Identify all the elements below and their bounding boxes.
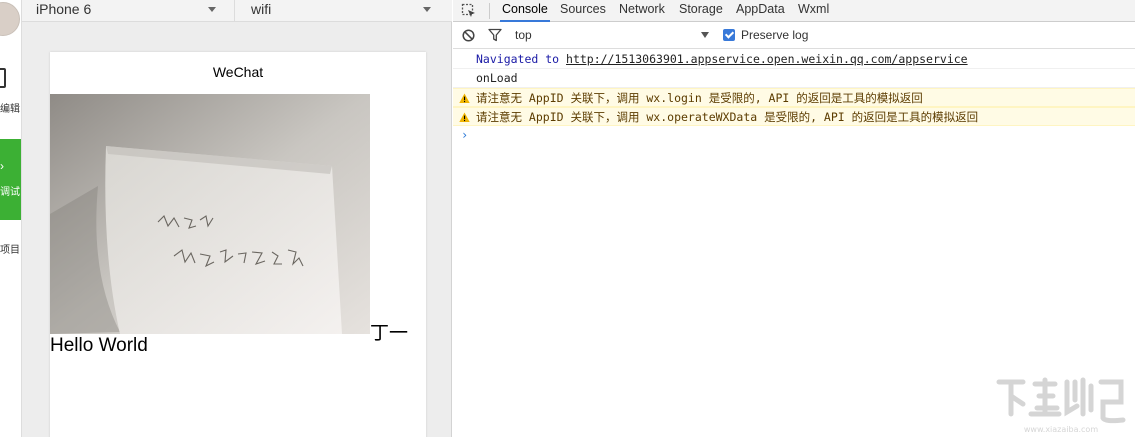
clear-console-icon[interactable] bbox=[462, 29, 475, 42]
inspect-element-icon[interactable] bbox=[461, 3, 477, 19]
network-select[interactable]: wifi bbox=[237, 0, 451, 22]
filter-icon[interactable] bbox=[488, 28, 502, 42]
warning-icon bbox=[459, 93, 470, 103]
preserve-log-label[interactable]: Preserve log bbox=[741, 28, 808, 42]
left-tool-strip: 编辑 › 调试 项目 bbox=[0, 0, 22, 437]
console-output: Navigated to http://1513063901.appservic… bbox=[453, 50, 1135, 145]
warning-message: 请注意无 AppID 关联下，调用 wx.operateWXData 是受限的,… bbox=[476, 110, 979, 124]
hello-text: Hello World bbox=[50, 335, 148, 356]
console-message-warning: 请注意无 AppID 关联下，调用 wx.operateWXData 是受限的,… bbox=[453, 107, 1135, 126]
navigated-message: Navigated to http://1513063901.appservic… bbox=[476, 50, 968, 69]
chevron-right-icon: › bbox=[0, 159, 4, 173]
console-prompt-icon: › bbox=[461, 128, 469, 142]
console-prompt-row[interactable]: › bbox=[453, 126, 1135, 145]
onload-message: onLoad bbox=[476, 71, 518, 85]
simulator-toolbar: iPhone 6 wifi bbox=[22, 0, 452, 22]
tab-network[interactable]: Network bbox=[619, 0, 665, 22]
tab-storage[interactable]: Storage bbox=[679, 0, 723, 22]
avatar[interactable] bbox=[0, 2, 20, 36]
console-filter-bar: top Preserve log bbox=[453, 22, 1135, 49]
editor-tool-label: 编辑 bbox=[0, 104, 20, 115]
warning-message: 请注意无 AppID 关联下，调用 wx.login 是受限的, API 的返回… bbox=[476, 91, 923, 105]
tab-console[interactable]: Console bbox=[500, 0, 550, 22]
phone-screen: WeChat 丁一 Hello World bbox=[50, 52, 426, 437]
console-message-warning: 请注意无 AppID 关联下，调用 wx.login 是受限的, API 的返回… bbox=[453, 88, 1135, 107]
caret-down-icon bbox=[423, 7, 431, 12]
tab-appdata[interactable]: AppData bbox=[736, 0, 785, 22]
navigated-prefix: Navigated to bbox=[476, 52, 567, 66]
device-select-value: iPhone 6 bbox=[36, 1, 92, 17]
editor-icon bbox=[0, 68, 6, 88]
warning-icon bbox=[459, 112, 470, 122]
devtools-tabbar: Console Sources Network Storage AppData … bbox=[453, 0, 1135, 22]
debug-tool-label: 调试 bbox=[0, 187, 20, 198]
editor-tool-button[interactable]: 编辑 bbox=[0, 68, 21, 118]
simulator-panel: iPhone 6 wifi WeChat 丁一 Hello World bbox=[22, 0, 452, 437]
devtools-panel: Console Sources Network Storage AppData … bbox=[453, 0, 1135, 437]
context-select[interactable]: top bbox=[515, 28, 532, 42]
console-message-log: onLoad bbox=[453, 69, 1135, 88]
watermark-logo: www.xiazaiba.com bbox=[996, 377, 1126, 434]
navigated-url-link[interactable]: http://1513063901.appservice.open.weixin… bbox=[566, 52, 968, 66]
username-text: 丁一 bbox=[370, 323, 409, 344]
tab-sources[interactable]: Sources bbox=[560, 0, 606, 22]
tab-wxml[interactable]: Wxml bbox=[798, 0, 829, 22]
svg-text:www.xiazaiba.com: www.xiazaiba.com bbox=[1024, 425, 1098, 434]
debug-tool-button[interactable]: › 调试 bbox=[0, 139, 21, 220]
console-message-navigated: Navigated to http://1513063901.appservic… bbox=[453, 50, 1135, 69]
tab-separator bbox=[489, 3, 490, 19]
preserve-log-checkbox[interactable] bbox=[723, 29, 735, 41]
project-tool-label[interactable]: 项目 bbox=[0, 240, 20, 262]
sticky-note-photo bbox=[50, 94, 370, 334]
caret-down-icon bbox=[208, 7, 216, 12]
caret-down-icon[interactable] bbox=[701, 32, 709, 38]
navbar-title: WeChat bbox=[212, 64, 264, 80]
device-select[interactable]: iPhone 6 bbox=[22, 0, 235, 22]
network-select-value: wifi bbox=[251, 1, 272, 17]
